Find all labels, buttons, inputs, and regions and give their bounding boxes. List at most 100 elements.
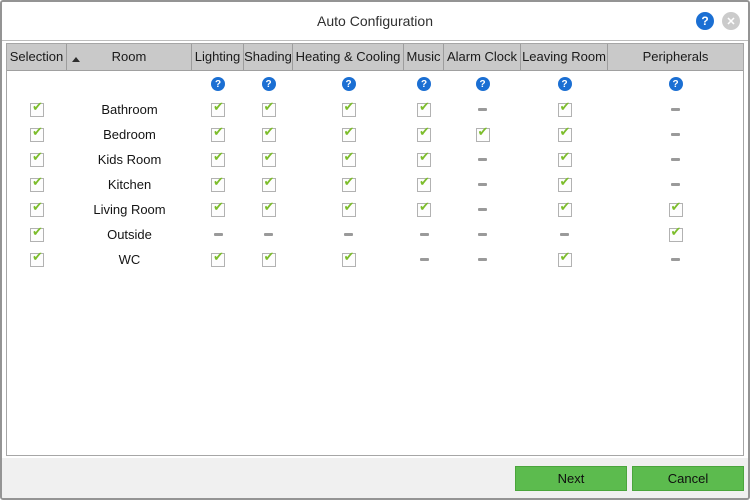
checkbox-peripherals[interactable]: ✔ [669, 203, 683, 217]
auto-configuration-dialog: Auto Configuration ? ✕ SelectionRoomLigh… [0, 0, 750, 500]
next-button[interactable]: Next [515, 466, 627, 491]
close-icon[interactable]: ✕ [722, 12, 740, 30]
check-icon: ✔ [419, 100, 430, 116]
checkbox-peripherals[interactable]: ✔ [669, 228, 683, 242]
selection-checkbox[interactable]: ✔ [30, 228, 44, 242]
check-icon: ✔ [344, 250, 355, 266]
checkbox-lighting[interactable]: ✔ [211, 178, 225, 192]
checkbox-lighting[interactable]: ✔ [211, 153, 225, 167]
column-header-room[interactable]: Room [67, 44, 192, 70]
help-icon-heating-cooling[interactable]: ? [342, 77, 356, 91]
checkbox-leaving-room[interactable]: ✔ [558, 103, 572, 117]
feature-cell-alarm-clock [444, 233, 521, 236]
checkbox-music[interactable]: ✔ [417, 178, 431, 192]
help-cell-shading: ? [244, 77, 293, 91]
feature-cell-alarm-clock [444, 183, 521, 186]
column-header-label: Lighting [195, 49, 241, 64]
feature-cell-shading: ✔ [244, 128, 293, 142]
check-icon: ✔ [671, 200, 682, 216]
help-icon[interactable]: ? [696, 12, 714, 30]
checkbox-heating-cooling[interactable]: ✔ [342, 253, 356, 267]
selection-checkbox[interactable]: ✔ [30, 128, 44, 142]
dialog-titlebar: Auto Configuration ? ✕ [2, 2, 748, 41]
checkbox-leaving-room[interactable]: ✔ [558, 153, 572, 167]
table-row-living-room: ✔Living Room✔✔✔✔✔✔ [7, 197, 743, 222]
check-icon: ✔ [419, 175, 430, 191]
checkbox-lighting[interactable]: ✔ [211, 203, 225, 217]
column-header-peripherals[interactable]: Peripherals [608, 44, 743, 70]
checkbox-alarm-clock[interactable]: ✔ [476, 128, 490, 142]
check-icon: ✔ [32, 150, 43, 166]
selection-checkbox[interactable]: ✔ [30, 178, 44, 192]
checkbox-lighting[interactable]: ✔ [211, 128, 225, 142]
checkbox-heating-cooling[interactable]: ✔ [342, 153, 356, 167]
column-header-lighting[interactable]: Lighting [192, 44, 244, 70]
table-header-row: SelectionRoomLightingShadingHeating & Co… [7, 44, 743, 71]
column-header-selection[interactable]: Selection [7, 44, 67, 70]
check-icon: ✔ [32, 125, 43, 141]
help-cell-peripherals: ? [608, 77, 743, 91]
check-icon: ✔ [32, 225, 43, 241]
check-icon: ✔ [560, 175, 571, 191]
help-icon-music[interactable]: ? [417, 77, 431, 91]
checkbox-leaving-room[interactable]: ✔ [558, 178, 572, 192]
selection-checkbox[interactable]: ✔ [30, 203, 44, 217]
checkbox-shading[interactable]: ✔ [262, 178, 276, 192]
help-icon-leaving-room[interactable]: ? [558, 77, 572, 91]
cancel-button[interactable]: Cancel [632, 466, 744, 491]
titlebar-icons: ? ✕ [696, 12, 740, 30]
checkbox-music[interactable]: ✔ [417, 128, 431, 142]
checkbox-shading[interactable]: ✔ [262, 153, 276, 167]
not-available-icon [671, 158, 680, 161]
feature-cell-leaving-room: ✔ [521, 103, 608, 117]
checkbox-lighting[interactable]: ✔ [211, 103, 225, 117]
checkbox-heating-cooling[interactable]: ✔ [342, 128, 356, 142]
checkbox-shading[interactable]: ✔ [262, 128, 276, 142]
dialog-footer: Next Cancel [2, 458, 748, 498]
feature-cell-music: ✔ [404, 128, 444, 142]
help-icon-alarm-clock[interactable]: ? [476, 77, 490, 91]
selection-checkbox[interactable]: ✔ [30, 253, 44, 267]
checkbox-music[interactable]: ✔ [417, 103, 431, 117]
checkbox-shading[interactable]: ✔ [262, 203, 276, 217]
not-available-icon [478, 108, 487, 111]
selection-cell: ✔ [7, 103, 67, 117]
column-header-leaving-room[interactable]: Leaving Room [521, 44, 608, 70]
feature-cell-music: ✔ [404, 203, 444, 217]
help-icon-peripherals[interactable]: ? [669, 77, 683, 91]
feature-cell-heating-cooling: ✔ [293, 178, 404, 192]
column-header-label: Shading [244, 49, 292, 64]
feature-cell-heating-cooling: ✔ [293, 153, 404, 167]
checkbox-leaving-room[interactable]: ✔ [558, 203, 572, 217]
checkbox-heating-cooling[interactable]: ✔ [342, 103, 356, 117]
column-header-alarm-clock[interactable]: Alarm Clock [444, 44, 521, 70]
checkbox-heating-cooling[interactable]: ✔ [342, 178, 356, 192]
selection-cell: ✔ [7, 228, 67, 242]
column-header-label: Music [407, 49, 441, 64]
checkbox-music[interactable]: ✔ [417, 203, 431, 217]
column-header-shading[interactable]: Shading [244, 44, 293, 70]
checkbox-leaving-room[interactable]: ✔ [558, 253, 572, 267]
selection-checkbox[interactable]: ✔ [30, 103, 44, 117]
checkbox-music[interactable]: ✔ [417, 153, 431, 167]
checkbox-heating-cooling[interactable]: ✔ [342, 203, 356, 217]
feature-cell-leaving-room: ✔ [521, 253, 608, 267]
feature-cell-heating-cooling: ✔ [293, 203, 404, 217]
help-icon-lighting[interactable]: ? [211, 77, 225, 91]
feature-cell-heating-cooling: ✔ [293, 103, 404, 117]
help-icon-shading[interactable]: ? [262, 77, 276, 91]
feature-cell-leaving-room: ✔ [521, 128, 608, 142]
checkbox-lighting[interactable]: ✔ [211, 253, 225, 267]
checkbox-shading[interactable]: ✔ [262, 103, 276, 117]
checkbox-leaving-room[interactable]: ✔ [558, 128, 572, 142]
selection-checkbox[interactable]: ✔ [30, 153, 44, 167]
check-icon: ✔ [344, 100, 355, 116]
table-row-bedroom: ✔Bedroom✔✔✔✔✔✔ [7, 122, 743, 147]
table-row-wc: ✔WC✔✔✔✔ [7, 247, 743, 272]
check-icon: ✔ [419, 150, 430, 166]
column-header-music[interactable]: Music [404, 44, 444, 70]
checkbox-shading[interactable]: ✔ [262, 253, 276, 267]
check-icon: ✔ [32, 250, 43, 266]
not-available-icon [478, 258, 487, 261]
column-header-heating-cooling[interactable]: Heating & Cooling [293, 44, 404, 70]
